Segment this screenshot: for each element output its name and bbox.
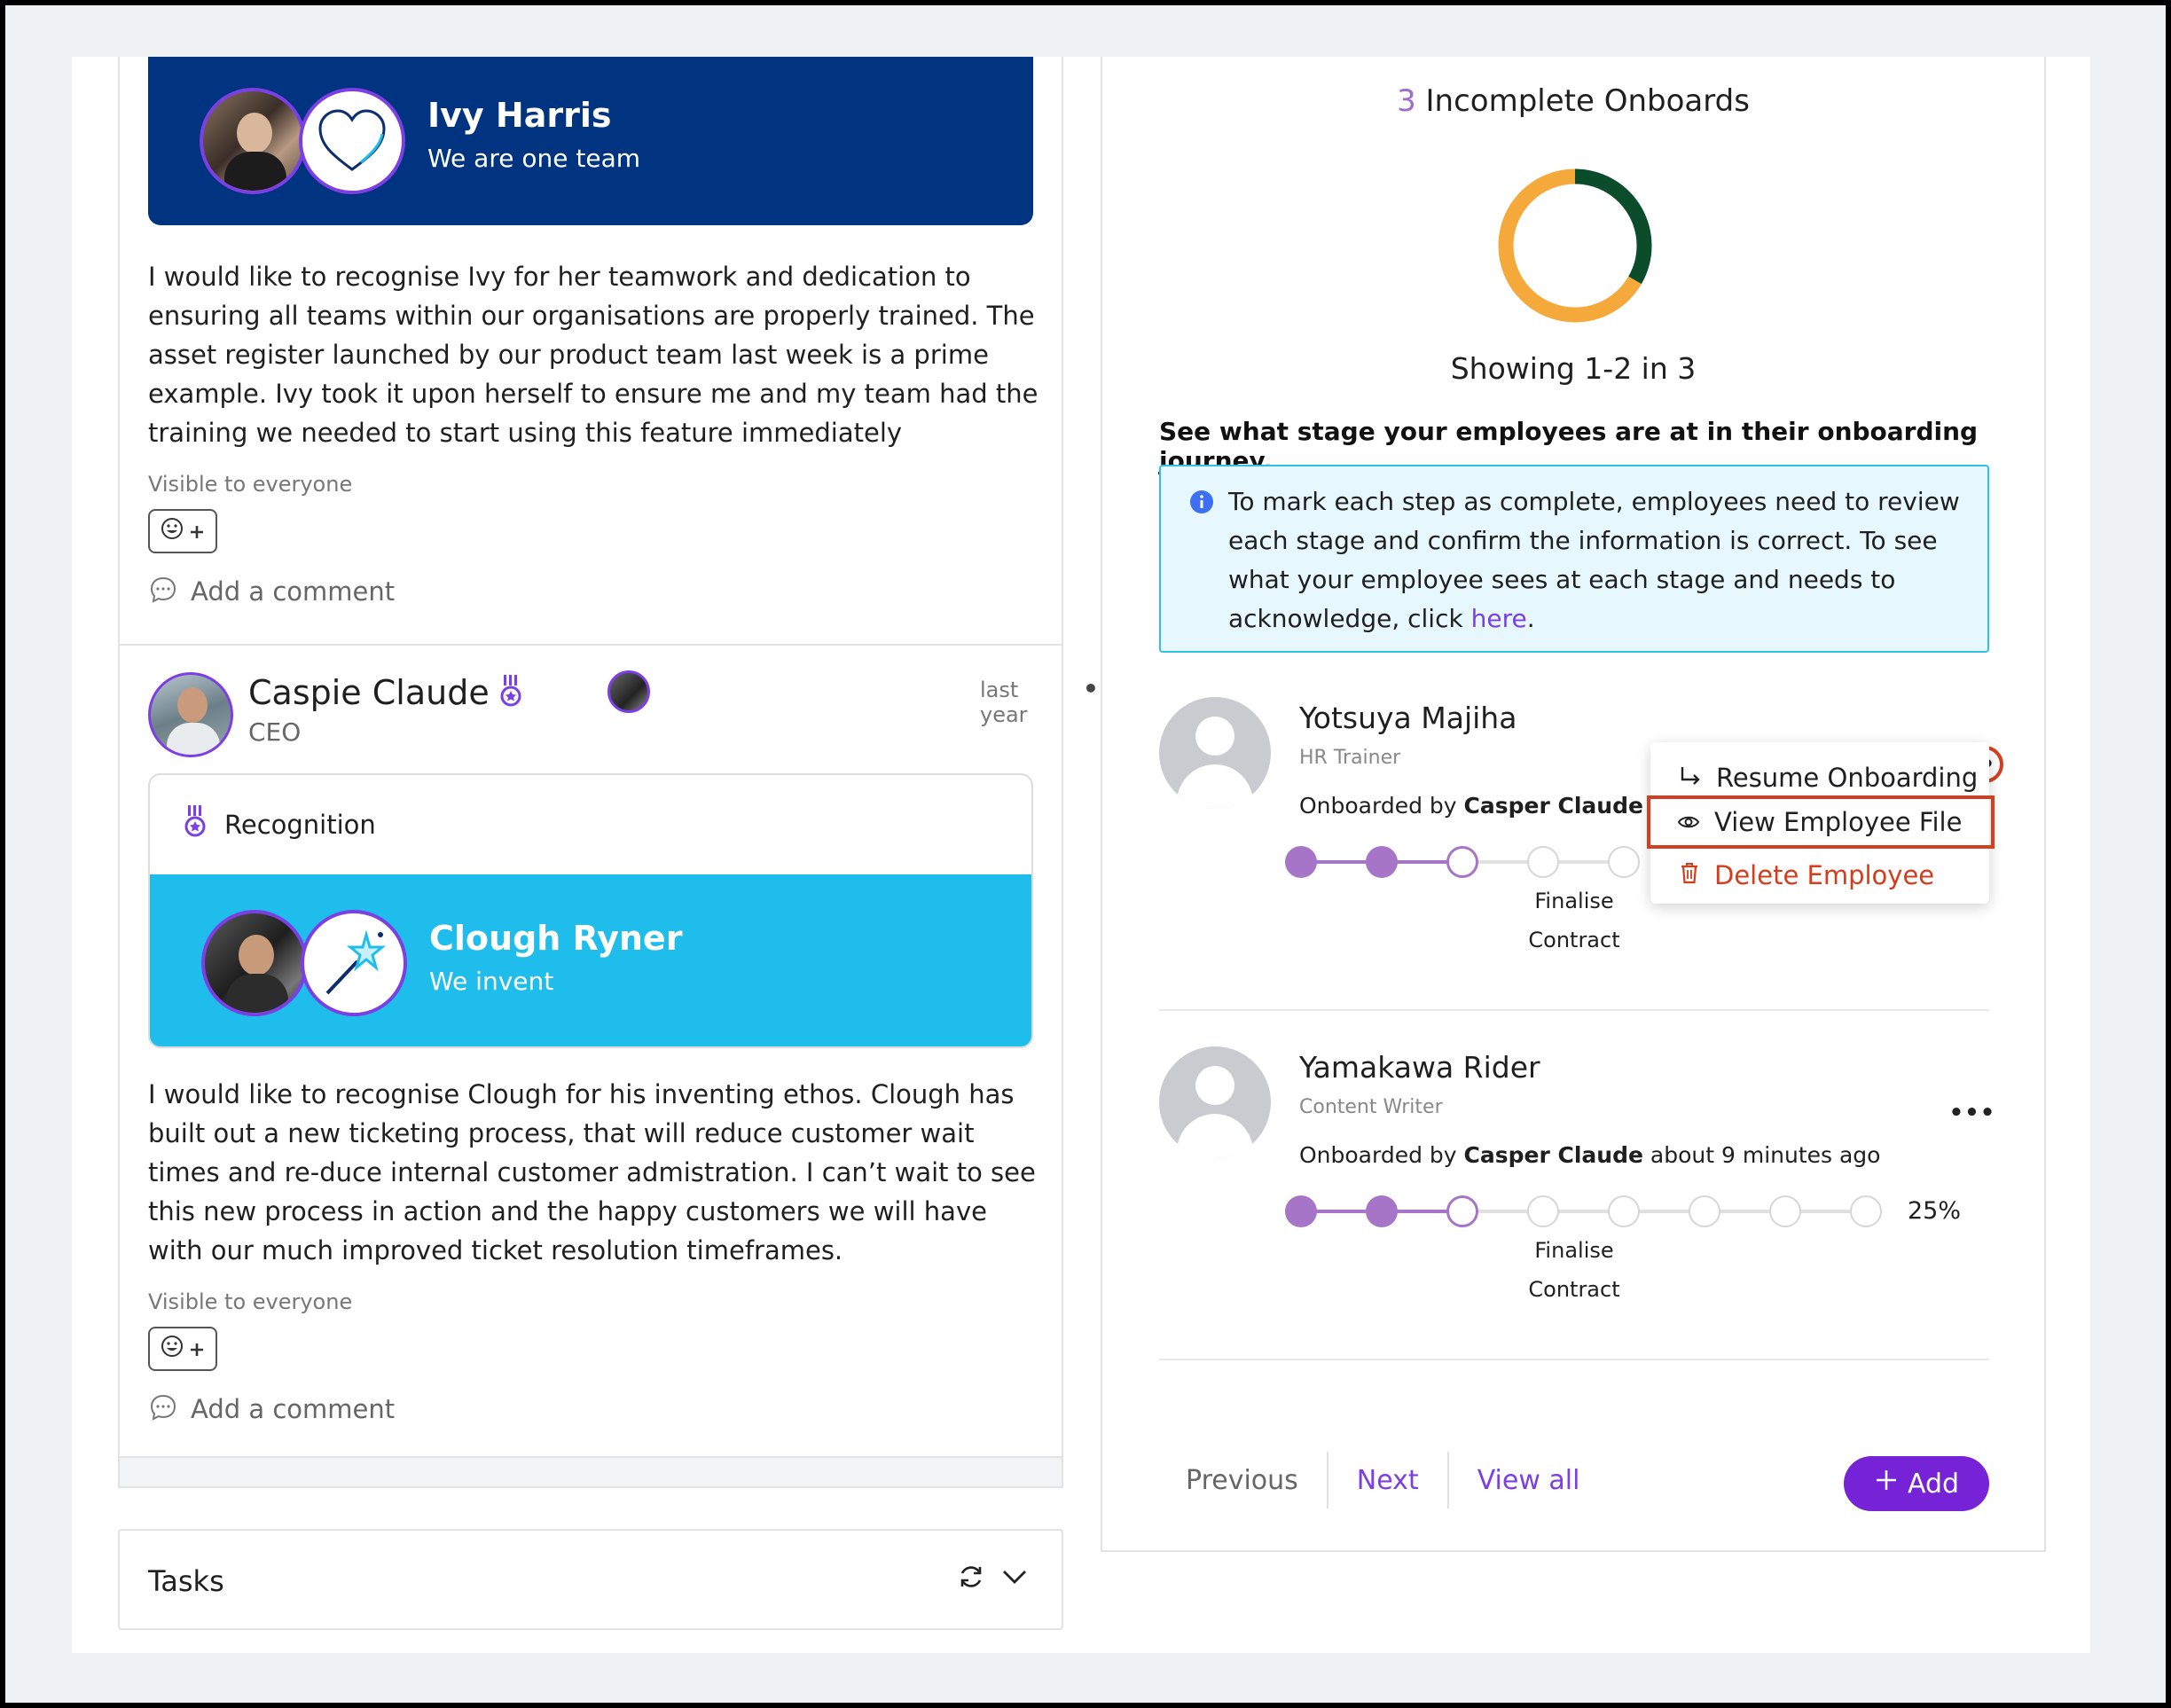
progress-percent: 25% — [1908, 1197, 1962, 1225]
stepper-step-7 — [1769, 1195, 1801, 1227]
stepper-step-2 — [1366, 1195, 1398, 1227]
next-page-button[interactable]: Next — [1328, 1452, 1447, 1508]
stepper-step-8 — [1850, 1195, 1882, 1227]
employee-role: HR Trainer — [1299, 747, 1401, 769]
info-here-link[interactable]: here — [1471, 604, 1527, 633]
magic-wand-icon — [301, 910, 407, 1016]
post-body: I would like to recognise Clough for his… — [148, 1079, 1036, 1265]
onboarding-panel: 3 Incomplete Onboards Showing 1-2 in 3 S… — [1101, 57, 2046, 1552]
add-comment-row[interactable]: Add a comment — [148, 1392, 395, 1426]
stepper-step-2 — [1366, 846, 1398, 878]
view-all-link[interactable]: View all — [1449, 1452, 1609, 1508]
recognition-avatars — [200, 88, 405, 194]
add-comment-label: Add a comment — [191, 576, 396, 607]
recognition-value: We invent — [429, 967, 554, 996]
author-avatar[interactable] — [148, 672, 233, 757]
stepper-step-3 — [1446, 846, 1478, 878]
stepper-step-6 — [1689, 1195, 1720, 1227]
resume-onboarding-item[interactable]: Resume Onboarding — [1650, 753, 1989, 803]
author-name[interactable]: Caspie Claude — [248, 673, 490, 712]
medal-icon — [499, 675, 522, 714]
stepper-step-5 — [1608, 1195, 1640, 1227]
onboarding-title: 3 Incomplete Onboards — [1102, 83, 2044, 119]
employee-divider — [1159, 1359, 1989, 1360]
trash-icon — [1679, 860, 1700, 890]
recipient-avatar — [200, 88, 306, 194]
post-timestamp: last year — [980, 678, 1028, 727]
post-divider — [120, 644, 1062, 646]
onboarded-by: Onboarded by Casper Claude about 9 minut… — [1299, 1142, 1881, 1168]
dashboard-canvas: Ivy Harris We are one team I would like … — [72, 57, 2090, 1653]
info-icon — [1189, 490, 1214, 518]
stepper-step-5 — [1608, 846, 1640, 878]
medal-icon — [184, 805, 207, 844]
recognition-feed: Ivy Harris We are one team I would like … — [118, 57, 1134, 1488]
stepper-step-4 — [1527, 846, 1559, 878]
heart-icon — [299, 88, 405, 194]
feed-footer — [120, 1456, 1062, 1486]
onboarding-donut-chart — [1498, 168, 1652, 323]
recognition-banner-ivy: Ivy Harris We are one team — [148, 57, 1033, 225]
employee-more-options-button[interactable]: ••• — [1941, 1094, 2003, 1132]
refresh-icon[interactable] — [957, 1563, 985, 1594]
visibility-label: Visible to everyone — [148, 1289, 353, 1314]
add-comment-label: Add a comment — [191, 1394, 396, 1424]
current-step-label: Finalise Contract — [1528, 1238, 1620, 1302]
emoji-icon — [161, 517, 184, 546]
recognition-card-label: Recognition — [224, 810, 376, 840]
showing-range: Showing 1-2 in 3 — [1450, 351, 1697, 386]
employee-name[interactable]: Yamakawa Rider — [1299, 1050, 1540, 1085]
add-employee-button[interactable]: Add — [1844, 1456, 1989, 1511]
recognition-value: We are one team — [427, 144, 640, 173]
tasks-title: Tasks — [148, 1564, 224, 1598]
stepper-step-3 — [1446, 1195, 1478, 1227]
employee-context-menu: Resume Onboarding View Employee File Del… — [1647, 742, 1995, 904]
add-reaction-button[interactable] — [148, 1327, 217, 1371]
arrow-return-icon — [1679, 763, 1702, 793]
visibility-label: Visible to everyone — [148, 472, 353, 497]
onboarding-stepper — [1285, 844, 1658, 880]
plus-icon — [189, 1335, 205, 1364]
comment-icon — [148, 575, 178, 608]
info-text: To mark each step as complete, employees… — [1228, 487, 1960, 633]
recognition-banner-clough: Clough Ryner We invent — [150, 874, 1031, 1046]
tasks-panel[interactable]: Tasks — [118, 1529, 1063, 1630]
plus-icon — [1874, 1468, 1899, 1500]
employee-avatar[interactable] — [1159, 697, 1271, 809]
pagination: Previous Next View all — [1159, 1449, 1608, 1511]
onboarding-title-text: Incomplete Onboards — [1425, 83, 1750, 119]
recipient-mini-avatar[interactable] — [607, 670, 650, 713]
incomplete-count: 3 — [1397, 83, 1416, 119]
recipient-name: Ivy Harris — [427, 96, 612, 135]
stepper-step-1 — [1285, 1195, 1317, 1227]
stepper-step-4 — [1527, 1195, 1559, 1227]
add-reaction-button[interactable] — [148, 509, 217, 553]
onboarding-stepper — [1285, 1194, 1888, 1229]
author-role: CEO — [248, 717, 302, 747]
screenshot-frame: Ivy Harris We are one team I would like … — [5, 5, 2166, 1703]
delete-employee-item[interactable]: Delete Employee — [1650, 850, 1989, 900]
employee-divider — [1159, 1009, 1989, 1011]
previous-page-button[interactable]: Previous — [1159, 1452, 1327, 1508]
plus-icon — [189, 517, 205, 546]
recipient-avatar — [201, 910, 308, 1016]
comment-icon — [148, 1392, 178, 1426]
add-comment-row[interactable]: Add a comment — [148, 575, 395, 608]
recognition-card: Recognition Clough Ryner We invent — [148, 773, 1033, 1048]
info-callout: To mark each step as complete, employees… — [1159, 465, 1989, 653]
post-body: I would like to recognise Ivy for her te… — [148, 262, 1038, 448]
onboarded-by: Onboarded by Casper Claude ab — [1299, 793, 1678, 819]
employee-role: Content Writer — [1299, 1096, 1443, 1118]
stepper-step-1 — [1285, 846, 1317, 878]
employee-name[interactable]: Yotsuya Majiha — [1299, 701, 1517, 735]
recipient-name: Clough Ryner — [429, 919, 683, 958]
current-step-label: Finalise Contract — [1528, 889, 1620, 952]
chevron-down-icon[interactable] — [1001, 1568, 1028, 1589]
eye-icon — [1677, 807, 1700, 837]
view-employee-file-item[interactable]: View Employee File — [1647, 795, 1995, 849]
employee-avatar[interactable] — [1159, 1046, 1271, 1158]
emoji-icon — [161, 1335, 184, 1364]
